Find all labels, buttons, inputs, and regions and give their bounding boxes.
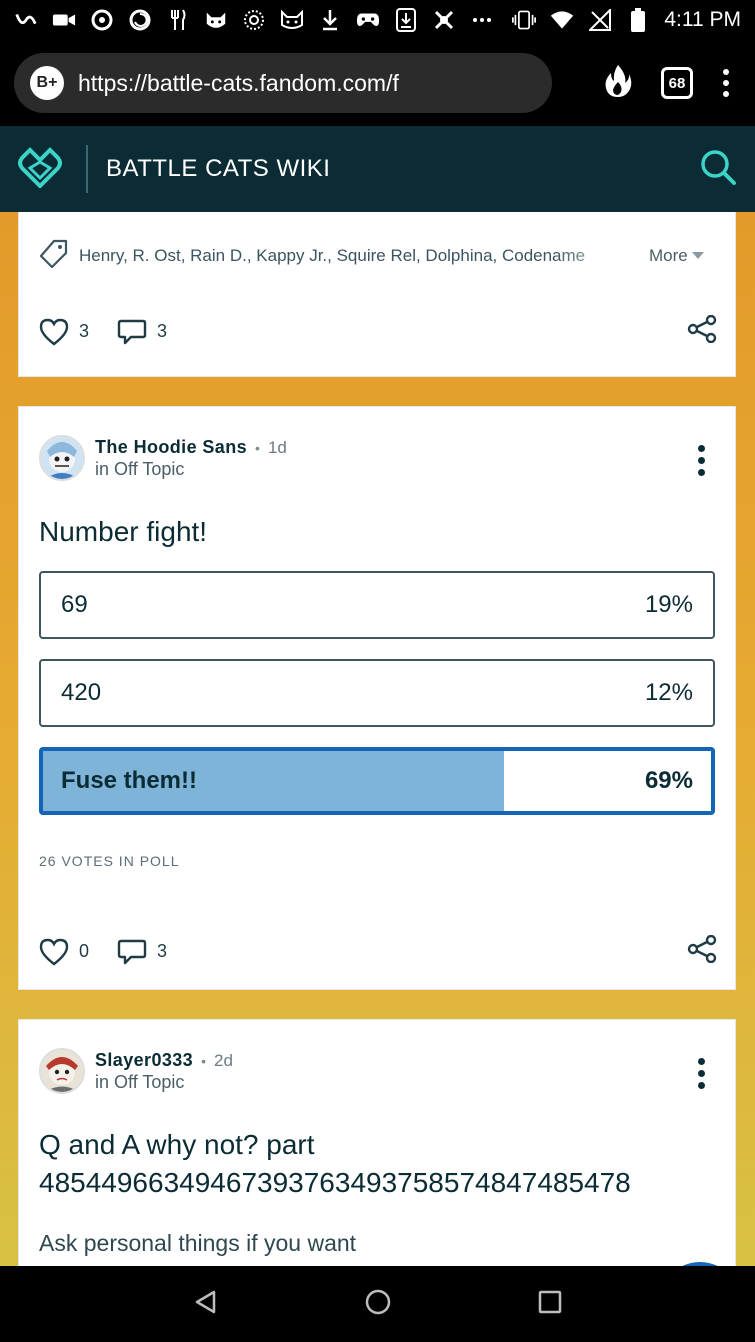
comment-button[interactable]: 3 (117, 318, 167, 346)
video-camera-icon (52, 9, 76, 31)
notification-icons (14, 8, 494, 32)
comment-button[interactable]: 3 (117, 938, 167, 966)
heart-icon (39, 938, 69, 966)
download-icon (394, 8, 418, 32)
poll-option-percent: 69% (644, 767, 693, 794)
poll-votes-count: 26 VOTES IN POLL (39, 853, 180, 869)
url-text[interactable]: https://battle-cats.fandom.com/f (78, 70, 399, 97)
poll-option-percent: 12% (644, 679, 693, 706)
wiki-header: BATTLE CATS WIKI (0, 126, 755, 212)
system-icons: 4:11 PM (512, 8, 741, 32)
post-actions: 3 3 (39, 314, 717, 348)
poll-option-label: Fuse them!! (61, 767, 198, 794)
app-o-icon (90, 9, 114, 31)
search-icon[interactable] (699, 148, 737, 191)
vibrate-icon (512, 9, 537, 31)
comment-count: 3 (157, 941, 168, 961)
header-divider (86, 145, 88, 193)
post-title[interactable]: Q and A why not? part 485449663494673937… (39, 1126, 719, 1202)
avatar[interactable] (39, 1048, 85, 1094)
like-button[interactable]: 0 (39, 938, 89, 966)
like-button[interactable]: 3 (39, 318, 89, 346)
tab-count-button[interactable]: 68 (661, 67, 693, 99)
post-title-line: Q and A why not? part (39, 1129, 315, 1160)
poll-option[interactable]: 420 12% (39, 659, 715, 727)
site-badge-icon[interactable]: B+ (30, 66, 64, 100)
poll-option[interactable]: 69 19% (39, 571, 715, 639)
address-bar[interactable]: B+ https://battle-cats.fandom.com/f (14, 53, 552, 113)
post-menu-icon[interactable] (698, 435, 715, 476)
browser-toolbar: B+ https://battle-cats.fandom.com/f 68 (0, 40, 755, 126)
separator-dot: • (255, 439, 260, 456)
post-title[interactable]: Number fight! (39, 513, 717, 551)
download-icon (318, 9, 342, 31)
poll-option-selected[interactable]: Fuse them!! 69% (39, 747, 715, 815)
post-body[interactable]: Ask personal things if you want (39, 1230, 356, 1257)
cat-face-icon (280, 9, 304, 31)
app-spiral-icon (128, 9, 152, 31)
tag-icon (39, 239, 69, 274)
post-actions: 0 3 (39, 934, 717, 968)
share-icon[interactable] (687, 934, 717, 968)
no-signal-icon (588, 9, 612, 31)
tags-list[interactable]: Henry, R. Ost, Rain D., Kappy Jr., Squir… (79, 246, 639, 266)
wiki-title[interactable]: BATTLE CATS WIKI (106, 155, 330, 183)
poll-option-percent: 19% (644, 591, 693, 618)
fandom-logo-icon[interactable] (18, 146, 62, 193)
flame-icon[interactable] (603, 64, 633, 103)
post-header: Slayer0333 • 2d in Off Topic (39, 1048, 715, 1098)
separator-dot: • (201, 1052, 206, 1069)
poll-option-label: 420 (61, 679, 102, 706)
chevron-down-icon (691, 252, 704, 259)
wifi-icon (550, 9, 574, 31)
author-name[interactable]: Slayer0333 (95, 1050, 193, 1071)
comment-icon (117, 319, 147, 344)
back-icon[interactable] (193, 1289, 219, 1320)
poll-option-label: 69 (61, 591, 88, 618)
more-tags-button[interactable]: More (649, 246, 704, 266)
home-icon[interactable] (364, 1288, 392, 1321)
post-category[interactable]: in Off Topic (95, 459, 287, 480)
author-name[interactable]: The Hoodie Sans (95, 437, 247, 458)
gamepad-icon (356, 9, 380, 31)
post-card[interactable]: Henry, R. Ost, Rain D., Kappy Jr., Squir… (18, 212, 736, 377)
avatar[interactable] (39, 435, 85, 481)
post-time: 1d (267, 437, 287, 457)
post-meta: The Hoodie Sans • 1d in Off Topic (95, 437, 287, 480)
like-count: 0 (79, 941, 90, 961)
system-navigation-bar (0, 1266, 755, 1342)
dotted-circle-icon (242, 9, 266, 31)
post-title-line: 48544966349467393763493758574847485478 (39, 1167, 631, 1198)
post-time: 2d (214, 1050, 233, 1070)
share-icon[interactable] (687, 314, 717, 348)
post-meta: Slayer0333 • 2d in Off Topic (95, 1050, 233, 1093)
more-label: More (649, 246, 688, 265)
status-bar: 4:11 PM (0, 0, 755, 40)
more-icon (470, 9, 494, 31)
battery-icon (626, 8, 650, 32)
fork-knife-icon (166, 9, 190, 31)
comment-count: 3 (157, 321, 168, 341)
post-menu-icon[interactable] (698, 1048, 715, 1089)
discussions-feed[interactable]: Henry, R. Ost, Rain D., Kappy Jr., Squir… (0, 212, 755, 1266)
clock: 4:11 PM (664, 8, 741, 31)
hazard-icon (432, 9, 456, 31)
heart-icon (39, 318, 69, 346)
post-card[interactable]: The Hoodie Sans • 1d in Off Topic Number… (18, 406, 736, 990)
browser-actions: 68 (603, 64, 741, 103)
cat-face-icon (204, 9, 228, 31)
comment-icon (117, 939, 147, 964)
post-card[interactable]: Slayer0333 • 2d in Off Topic Q and A why… (18, 1019, 736, 1266)
recents-icon[interactable] (538, 1290, 562, 1319)
tags-row: Henry, R. Ost, Rain D., Kappy Jr., Squir… (39, 239, 715, 274)
post-header: The Hoodie Sans • 1d in Off Topic (39, 435, 715, 485)
browser-menu-icon[interactable] (721, 69, 731, 97)
post-category[interactable]: in Off Topic (95, 1072, 233, 1093)
unknown-app-icon (14, 9, 38, 31)
like-count: 3 (79, 321, 90, 341)
